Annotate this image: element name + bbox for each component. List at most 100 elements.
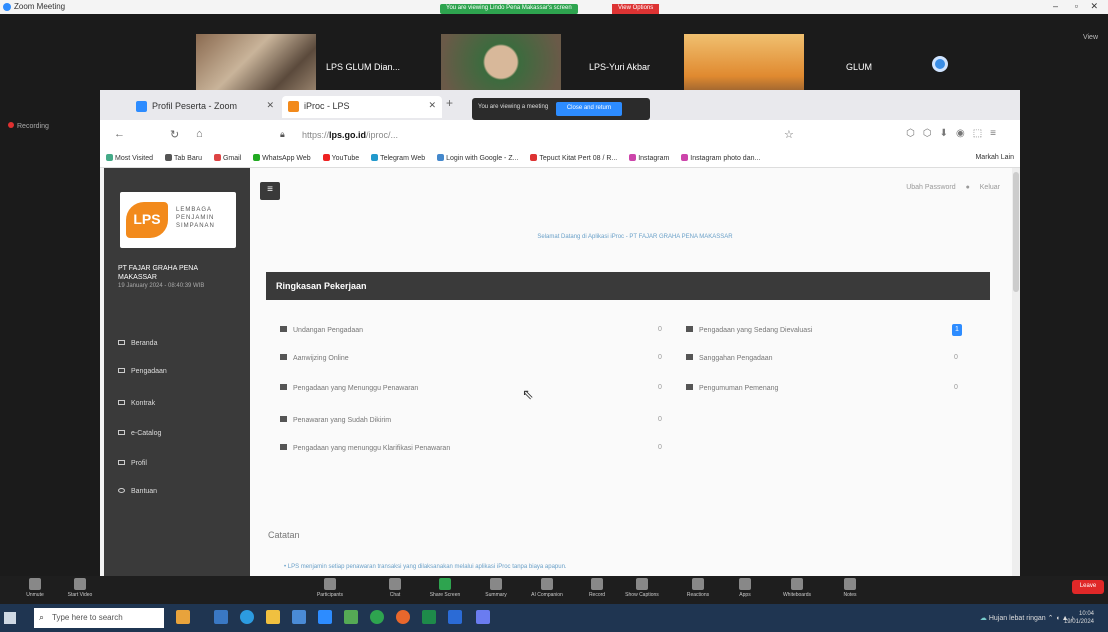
file-explorer-icon[interactable] (266, 610, 280, 624)
bookmark-item[interactable]: Tab Baru (164, 154, 202, 162)
tab-close-icon[interactable]: ✕ (266, 100, 274, 111)
bookmark-label: Most Visited (115, 155, 153, 162)
notes-line: • LPS menjamin setiap penawaran transaks… (284, 564, 567, 570)
row-count: 0 (954, 384, 958, 391)
captions-icon (636, 578, 648, 590)
summary-row[interactable]: Penawaran yang Sudah Dikirim 0 (280, 416, 662, 424)
sidebar-item-label: Bantuan (131, 488, 158, 495)
bookmark-label: Telegram Web (380, 155, 426, 162)
search-icon (686, 326, 693, 332)
bookmark-item[interactable]: Instagram (629, 154, 669, 162)
sidebar-item-e-catalog[interactable]: e-Catalog (118, 430, 161, 437)
summary-row[interactable]: Aanwijzing Online 0 (280, 354, 662, 362)
bookmark-item[interactable]: WhatsApp Web (253, 154, 311, 162)
other-bookmarks[interactable]: Markah Lain (975, 154, 1014, 161)
bookmark-item[interactable]: Most Visited (106, 154, 153, 162)
tab-zoom[interactable]: Profil Peserta - Zoom ✕ (130, 96, 280, 118)
taskbar-app-icon[interactable] (422, 610, 436, 624)
row-label: Pengadaan yang menunggu Klarifikasi Pena… (293, 445, 451, 452)
new-tab-icon[interactable]: + (446, 96, 453, 110)
mail-icon (280, 326, 287, 332)
close-and-return-button[interactable]: Close and return (556, 102, 622, 116)
toolbar-icons[interactable]: ⬡⬡⬇◉⬚≡ (906, 128, 1004, 139)
windows-start-icon[interactable] (4, 612, 16, 624)
firefox-icon[interactable] (396, 610, 410, 624)
apps-icon (739, 578, 751, 590)
sidebar-item-bantuan[interactable]: Bantuan (118, 488, 157, 495)
tab-label: Profil Peserta - Zoom (152, 101, 238, 111)
scrollbar-thumb[interactable] (1013, 172, 1019, 292)
scrollbar[interactable] (1012, 168, 1020, 576)
whiteboards-button[interactable]: Whiteboards (775, 578, 819, 598)
ai-companion-button[interactable]: AI Companion (522, 578, 572, 598)
menu-toggle-icon[interactable]: ≡ (260, 182, 280, 200)
bookmark-item[interactable]: YouTube (322, 154, 359, 162)
bookmark-item[interactable]: Instagram photo dan... (681, 154, 760, 162)
bookmark-label: Login with Google - Z... (446, 155, 519, 162)
tab-iproc[interactable]: iProc - LPS ✕ (282, 96, 442, 118)
summary-row[interactable]: Pengadaan yang menunggu Klarifikasi Pena… (280, 444, 662, 452)
unmute-button[interactable]: Unmute (20, 578, 50, 598)
sidebar-item-label: e-Catalog (131, 430, 162, 437)
reactions-button[interactable]: Reactions (680, 578, 716, 598)
minimize-icon[interactable]: – (1053, 1, 1058, 11)
bookmark-item[interactable]: Login with Google - Z... (437, 154, 518, 162)
start-video-button[interactable]: Start Video (60, 578, 100, 598)
system-tray: ☁ Hujan lebat ringan ⌃ ◖ ▲ ♪ (979, 615, 1074, 622)
view-button[interactable]: View (1083, 34, 1098, 41)
bookmark-item[interactable]: Gmail (213, 154, 241, 162)
participants-icon (324, 578, 336, 590)
url-bar[interactable]: 🔒︎ https://lps.go.id/iproc/... (276, 126, 796, 144)
word-icon[interactable] (448, 610, 462, 624)
sidebar-item-beranda[interactable]: Beranda (118, 340, 157, 347)
bookmark-item[interactable]: Tepuct Kitat Pert 08 / R... (530, 154, 617, 162)
participants-button[interactable]: Participants (310, 578, 350, 598)
bookmark-item[interactable]: Telegram Web (371, 154, 425, 162)
summary-button[interactable]: Summary (478, 578, 514, 598)
close-icon[interactable]: ✕ (1090, 1, 1098, 12)
show-captions-button[interactable]: Show Captions (620, 578, 664, 598)
eye-icon (686, 354, 693, 360)
bookmark-star-icon[interactable]: ☆ (784, 128, 794, 141)
taskbar-app-icon[interactable] (214, 610, 228, 624)
taskbar-clock[interactable]: 10:04 19/01/2024 (1064, 610, 1094, 626)
share-screen-button[interactable]: Share Screen (425, 578, 465, 598)
logo-text-line: PENJAMIN (176, 215, 215, 221)
clock-time: 10:04 (1078, 611, 1094, 617)
leave-button[interactable]: Leave (1072, 580, 1104, 594)
taskbar-app-icon[interactable] (344, 610, 358, 624)
summary-row[interactable]: Pengadaan yang Sedang Dievaluasi (686, 326, 966, 334)
home-icon[interactable]: ⌂ (196, 128, 203, 140)
chrome-icon[interactable] (370, 610, 384, 624)
change-password-link[interactable]: Ubah Password (906, 184, 955, 191)
view-options-button[interactable]: View Options (612, 4, 660, 14)
logout-link[interactable]: Keluar (980, 184, 1000, 191)
taskbar-search[interactable]: ⌕ Type here to search (34, 608, 164, 628)
summary-row[interactable]: Pengumuman Pemenang 0 (686, 384, 966, 392)
sidebar: LPS LEMBAGA PENJAMIN SIMPANAN PT FAJAR G… (104, 168, 250, 576)
back-icon[interactable]: ← (114, 128, 125, 140)
zoom-toolbar-label: Notes (843, 592, 857, 598)
taskbar-app-icon[interactable] (476, 610, 490, 624)
sidebar-item-profil[interactable]: Profil (118, 460, 147, 467)
taskbar-app-icon[interactable] (176, 610, 190, 624)
sidebar-item-label: Beranda (131, 340, 158, 347)
sidebar-item-pengadaan[interactable]: Pengadaan (118, 368, 167, 375)
zoom-taskbar-icon[interactable] (318, 610, 332, 624)
folder-icon (118, 368, 125, 373)
search-icon: ⌕ (39, 612, 45, 622)
summary-row[interactable]: Pengadaan yang Menunggu Penawaran 0 (280, 384, 662, 392)
chat-button[interactable]: Chat (380, 578, 410, 598)
maximize-icon[interactable]: ▫ (1075, 1, 1078, 11)
apps-button[interactable]: Apps (730, 578, 760, 598)
notes-button[interactable]: Notes (835, 578, 865, 598)
summary-row[interactable]: Undangan Pengadaan 0 (280, 326, 662, 334)
taskbar-app-icon[interactable] (292, 610, 306, 624)
main-content: ≡ Ubah Password ● Keluar Selamat Datang … (250, 168, 1020, 576)
sidebar-item-kontrak[interactable]: Kontrak (118, 400, 155, 407)
reload-icon[interactable]: ↻ (170, 128, 179, 141)
record-button[interactable]: Record (582, 578, 612, 598)
edge-icon[interactable] (240, 610, 254, 624)
tab-close-icon[interactable]: ✕ (428, 100, 436, 111)
summary-row[interactable]: Sanggahan Pengadaan 0 (686, 354, 966, 362)
